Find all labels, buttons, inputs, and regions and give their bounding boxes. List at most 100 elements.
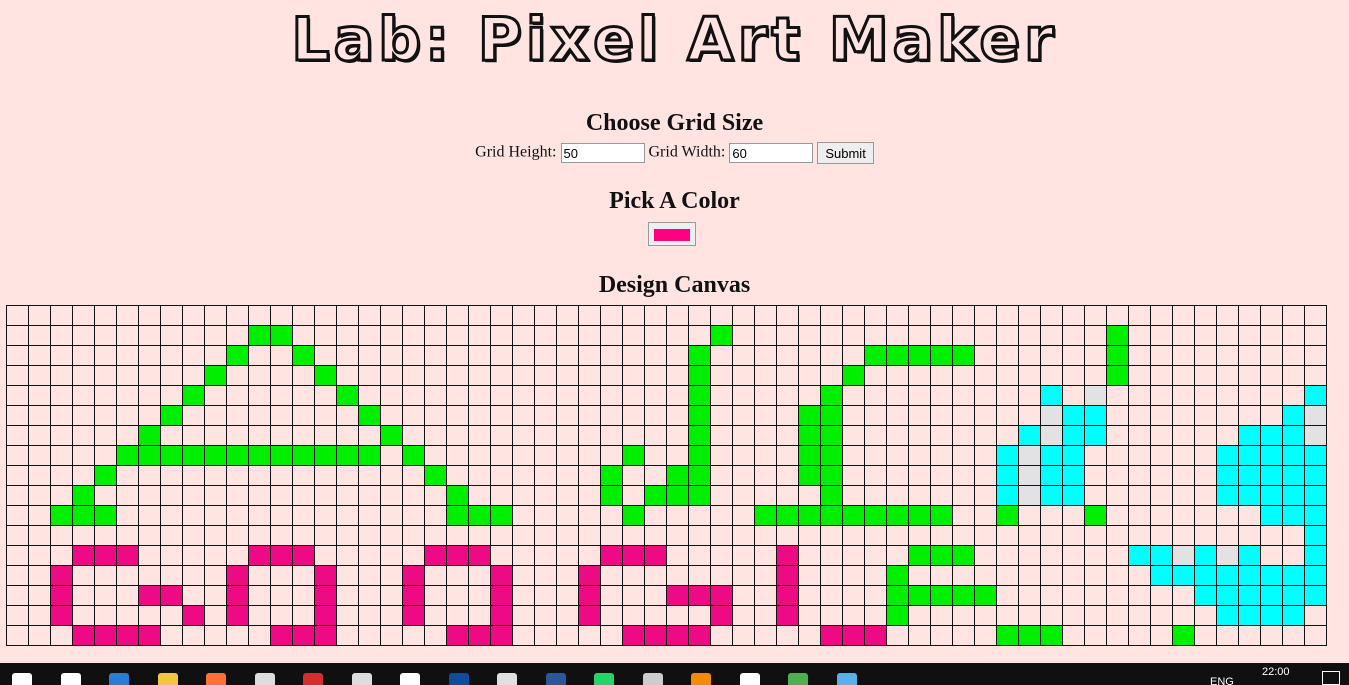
canvas-pixel[interactable] bbox=[204, 505, 227, 526]
canvas-pixel[interactable] bbox=[116, 365, 139, 386]
canvas-pixel[interactable] bbox=[534, 565, 557, 586]
canvas-pixel[interactable] bbox=[446, 445, 469, 466]
canvas-pixel[interactable] bbox=[160, 325, 183, 346]
canvas-pixel[interactable] bbox=[776, 625, 799, 646]
canvas-pixel[interactable] bbox=[116, 385, 139, 406]
canvas-pixel[interactable] bbox=[28, 485, 51, 506]
canvas-pixel[interactable] bbox=[270, 425, 293, 446]
canvas-pixel[interactable] bbox=[1238, 385, 1261, 406]
canvas-pixel[interactable] bbox=[94, 385, 117, 406]
canvas-pixel[interactable] bbox=[842, 525, 865, 546]
canvas-pixel[interactable] bbox=[798, 605, 821, 626]
canvas-pixel[interactable] bbox=[688, 365, 711, 386]
canvas-pixel[interactable] bbox=[314, 485, 337, 506]
canvas-pixel[interactable] bbox=[1260, 425, 1283, 446]
canvas-pixel[interactable] bbox=[292, 385, 315, 406]
canvas-pixel[interactable] bbox=[864, 505, 887, 526]
canvas-pixel[interactable] bbox=[1040, 605, 1063, 626]
canvas-pixel[interactable] bbox=[1106, 605, 1129, 626]
canvas-pixel[interactable] bbox=[754, 485, 777, 506]
canvas-pixel[interactable] bbox=[908, 425, 931, 446]
canvas-pixel[interactable] bbox=[534, 545, 557, 566]
canvas-pixel[interactable] bbox=[1304, 625, 1327, 646]
canvas-pixel[interactable] bbox=[358, 605, 381, 626]
canvas-pixel[interactable] bbox=[138, 465, 161, 486]
canvas-pixel[interactable] bbox=[1172, 345, 1195, 366]
canvas-pixel[interactable] bbox=[1040, 305, 1063, 326]
canvas-pixel[interactable] bbox=[600, 565, 623, 586]
canvas-pixel[interactable] bbox=[204, 305, 227, 326]
canvas-pixel[interactable] bbox=[336, 345, 359, 366]
canvas-pixel[interactable] bbox=[666, 585, 689, 606]
canvas-pixel[interactable] bbox=[402, 405, 425, 426]
canvas-pixel[interactable] bbox=[490, 525, 513, 546]
canvas-pixel[interactable] bbox=[94, 545, 117, 566]
canvas-pixel[interactable] bbox=[974, 345, 997, 366]
canvas-pixel[interactable] bbox=[1040, 365, 1063, 386]
windows-start-icon[interactable] bbox=[12, 673, 32, 685]
store-icon[interactable] bbox=[254, 673, 275, 685]
canvas-pixel[interactable] bbox=[930, 405, 953, 426]
canvas-pixel[interactable] bbox=[952, 325, 975, 346]
canvas-pixel[interactable] bbox=[1282, 385, 1305, 406]
canvas-pixel[interactable] bbox=[1040, 565, 1063, 586]
canvas-pixel[interactable] bbox=[182, 365, 205, 386]
canvas-pixel[interactable] bbox=[6, 525, 29, 546]
canvas-pixel[interactable] bbox=[380, 505, 403, 526]
canvas-pixel[interactable] bbox=[182, 345, 205, 366]
canvas-pixel[interactable] bbox=[314, 565, 337, 586]
canvas-pixel[interactable] bbox=[908, 625, 931, 646]
canvas-pixel[interactable] bbox=[776, 485, 799, 506]
canvas-pixel[interactable] bbox=[402, 325, 425, 346]
canvas-pixel[interactable] bbox=[336, 545, 359, 566]
canvas-pixel[interactable] bbox=[248, 425, 271, 446]
canvas-pixel[interactable] bbox=[1194, 345, 1217, 366]
canvas-pixel[interactable] bbox=[908, 465, 931, 486]
vlc-icon[interactable] bbox=[691, 673, 711, 685]
canvas-pixel[interactable] bbox=[490, 505, 513, 526]
canvas-pixel[interactable] bbox=[116, 325, 139, 346]
canvas-pixel[interactable] bbox=[248, 625, 271, 646]
canvas-pixel[interactable] bbox=[270, 325, 293, 346]
canvas-pixel[interactable] bbox=[1062, 405, 1085, 426]
canvas-pixel[interactable] bbox=[1216, 485, 1239, 506]
canvas-pixel[interactable] bbox=[578, 625, 601, 646]
tray-language[interactable]: ENG bbox=[1210, 676, 1234, 685]
canvas-pixel[interactable] bbox=[1282, 425, 1305, 446]
canvas-pixel[interactable] bbox=[204, 325, 227, 346]
canvas-pixel[interactable] bbox=[270, 365, 293, 386]
canvas-pixel[interactable] bbox=[820, 525, 843, 546]
canvas-pixel[interactable] bbox=[732, 465, 755, 486]
canvas-pixel[interactable] bbox=[6, 625, 29, 646]
canvas-pixel[interactable] bbox=[666, 465, 689, 486]
canvas-pixel[interactable] bbox=[226, 405, 249, 426]
canvas-pixel[interactable] bbox=[1040, 405, 1063, 426]
canvas-pixel[interactable] bbox=[468, 525, 491, 546]
canvas-pixel[interactable] bbox=[1194, 525, 1217, 546]
canvas-pixel[interactable] bbox=[886, 565, 909, 586]
canvas-pixel[interactable] bbox=[600, 305, 623, 326]
canvas-pixel[interactable] bbox=[666, 325, 689, 346]
canvas-pixel[interactable] bbox=[556, 405, 579, 426]
canvas-pixel[interactable] bbox=[578, 565, 601, 586]
canvas-pixel[interactable] bbox=[864, 525, 887, 546]
canvas-pixel[interactable] bbox=[534, 365, 557, 386]
canvas-pixel[interactable] bbox=[28, 545, 51, 566]
canvas-pixel[interactable] bbox=[1172, 445, 1195, 466]
canvas-pixel[interactable] bbox=[908, 325, 931, 346]
canvas-pixel[interactable] bbox=[952, 485, 975, 506]
canvas-pixel[interactable] bbox=[226, 465, 249, 486]
canvas-pixel[interactable] bbox=[1216, 305, 1239, 326]
canvas-pixel[interactable] bbox=[974, 445, 997, 466]
canvas-pixel[interactable] bbox=[50, 585, 73, 606]
canvas-pixel[interactable] bbox=[1172, 405, 1195, 426]
canvas-pixel[interactable] bbox=[600, 425, 623, 446]
canvas-pixel[interactable] bbox=[666, 425, 689, 446]
canvas-pixel[interactable] bbox=[1128, 465, 1151, 486]
canvas-pixel[interactable] bbox=[402, 605, 425, 626]
canvas-pixel[interactable] bbox=[116, 465, 139, 486]
canvas-pixel[interactable] bbox=[182, 405, 205, 426]
canvas-pixel[interactable] bbox=[424, 345, 447, 366]
canvas-pixel[interactable] bbox=[732, 345, 755, 366]
canvas-pixel[interactable] bbox=[292, 345, 315, 366]
